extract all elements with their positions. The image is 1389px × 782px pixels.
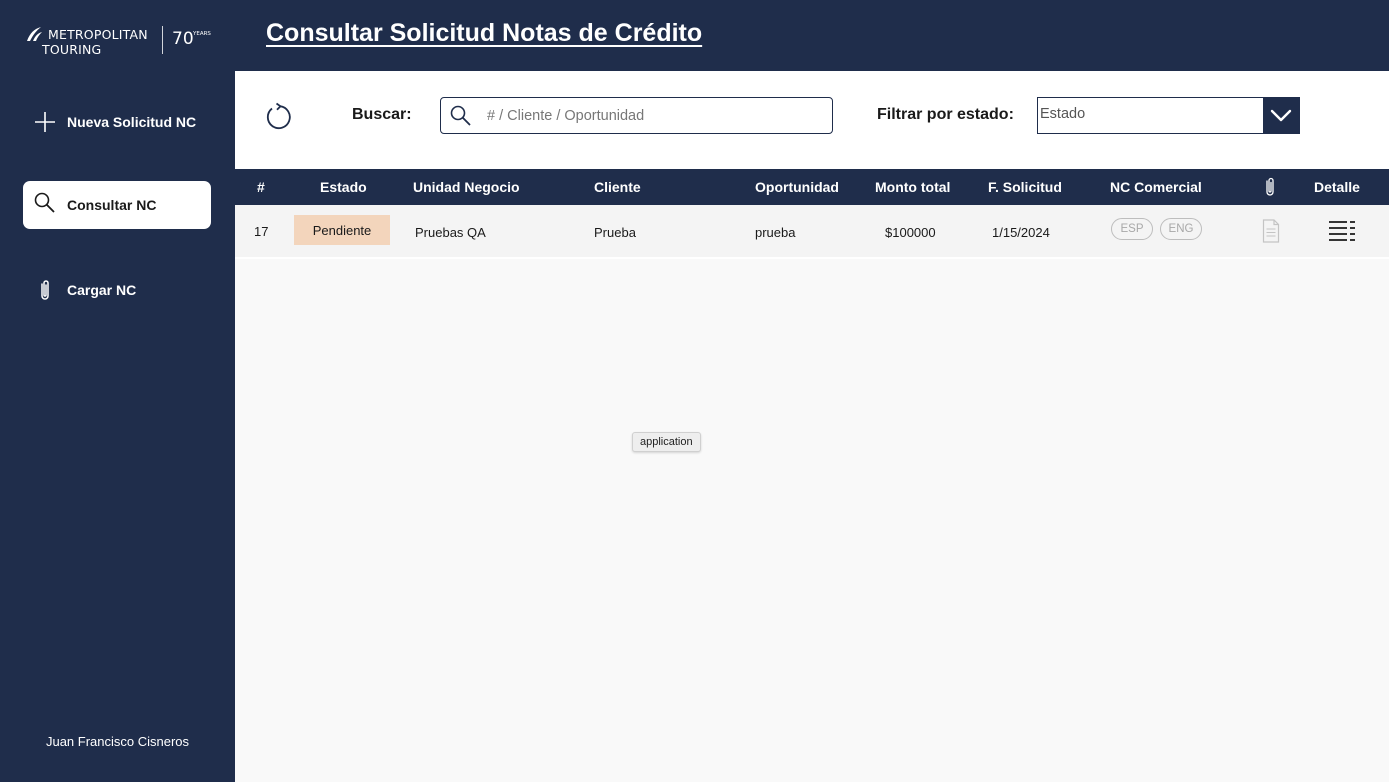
logo-text-line2: TOURING <box>42 42 102 57</box>
column-header-cliente[interactable]: Cliente <box>594 179 641 195</box>
page-title: Consultar Solicitud Notas de Crédito <box>266 19 703 47</box>
search-box <box>440 97 833 134</box>
nc-esp-label: ESP <box>1120 223 1144 235</box>
status-badge: Pendiente <box>294 215 390 245</box>
status-filter-select[interactable]: Estado <box>1037 97 1300 134</box>
cell-monto-total: $100000 <box>885 225 936 240</box>
status-filter-value: Estado <box>1040 106 1086 122</box>
chevron-down-icon <box>1270 109 1292 122</box>
table-row[interactable]: 17 Pendiente Pruebas QA Prueba prueba $1… <box>235 205 1389 259</box>
filter-label: Filtrar por estado: <box>877 106 1014 123</box>
cell-cliente: Prueba <box>594 225 636 240</box>
logo-anniversary-word: YEARS <box>193 31 211 37</box>
nc-eng-label: ENG <box>1168 223 1194 235</box>
paperclip-icon <box>1266 177 1274 196</box>
logo-anniversary-number: 70 <box>172 29 194 49</box>
status-badge-label: Pendiente <box>312 222 372 238</box>
refresh-icon[interactable] <box>263 102 293 132</box>
paperclip-icon <box>41 280 49 300</box>
document-icon[interactable] <box>1262 219 1280 243</box>
cell-fecha-solicitud: 1/15/2024 <box>992 225 1050 240</box>
column-header-fecha-solicitud[interactable]: F. Solicitud <box>988 179 1062 195</box>
tooltip: application <box>632 432 701 452</box>
column-header-nc-comercial[interactable]: NC Comercial <box>1110 179 1202 195</box>
cell-oportunidad: prueba <box>755 225 796 240</box>
column-header-id[interactable]: # <box>257 179 265 195</box>
sidebar-item-label: Cargar NC <box>67 282 137 298</box>
user-name: Juan Francisco Cisneros <box>45 734 190 749</box>
search-icon <box>34 192 55 213</box>
sidebar-item-nueva-solicitud[interactable]: Nueva Solicitud NC <box>23 98 211 146</box>
cell-id: 17 <box>254 224 269 239</box>
logo-text-line1: METROPOLITAN <box>48 27 148 42</box>
header-bar: Consultar Solicitud Notas de Crédito <box>235 0 1389 71</box>
column-header-unidad-negocio[interactable]: Unidad Negocio <box>413 179 520 195</box>
sidebar-item-label: Consultar NC <box>67 197 157 213</box>
nc-eng-button[interactable]: ENG <box>1160 218 1202 240</box>
column-header-monto-total[interactable]: Monto total <box>875 179 950 195</box>
cell-unidad-negocio: Pruebas QA <box>415 225 486 240</box>
column-header-estado[interactable]: Estado <box>320 179 367 195</box>
logo-mark-icon <box>27 27 42 41</box>
search-icon <box>450 105 471 126</box>
company-logo: METROPOLITAN TOURING 70 YEARS <box>24 22 224 62</box>
dropdown-button[interactable] <box>1263 98 1299 133</box>
sidebar: METROPOLITAN TOURING 70 YEARS Nueva Soli… <box>0 0 235 782</box>
sidebar-item-label: Nueva Solicitud NC <box>67 114 197 130</box>
list-detail-icon[interactable] <box>1328 220 1356 242</box>
nc-esp-button[interactable]: ESP <box>1111 218 1153 240</box>
sidebar-item-cargar[interactable]: Cargar NC <box>23 266 211 314</box>
column-header-oportunidad[interactable]: Oportunidad <box>755 179 839 195</box>
table-header: # Estado Unidad Negocio Cliente Oportuni… <box>235 169 1389 205</box>
toolbar: Buscar: Filtrar por estado: Estado <box>235 71 1389 169</box>
logo-divider <box>162 26 163 54</box>
plus-icon <box>35 112 55 132</box>
column-header-detalle[interactable]: Detalle <box>1314 179 1360 195</box>
search-label: Buscar: <box>352 106 412 123</box>
search-input[interactable] <box>485 104 819 128</box>
sidebar-item-consultar[interactable]: Consultar NC <box>23 181 211 229</box>
